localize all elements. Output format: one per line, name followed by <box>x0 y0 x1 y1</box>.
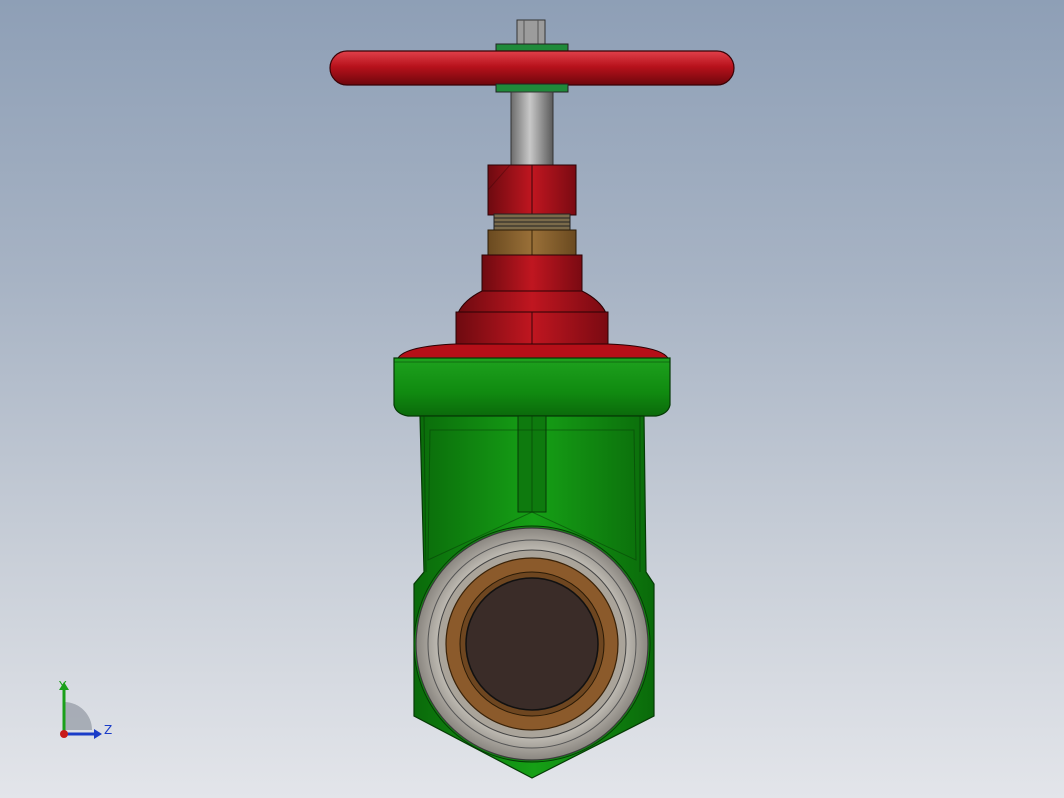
z-axis-label: Z <box>104 723 112 737</box>
packing-nut[interactable] <box>487 229 577 257</box>
inlet-port[interactable] <box>413 525 651 763</box>
handwheel[interactable] <box>329 50 735 93</box>
gate-valve-model[interactable] <box>0 0 1064 798</box>
x-axis-dot <box>60 730 68 738</box>
orientation-triad: Y Z <box>58 679 112 739</box>
body-flange[interactable] <box>393 357 671 417</box>
graphics-viewport[interactable]: Y Z <box>0 0 1064 798</box>
triad-plane <box>64 702 92 730</box>
gland-nut[interactable] <box>487 164 577 216</box>
y-axis-label: Y <box>58 679 67 693</box>
valve-stem[interactable] <box>510 91 554 167</box>
top-nut[interactable] <box>495 19 569 53</box>
bonnet[interactable] <box>397 254 669 359</box>
z-arrow <box>94 729 102 739</box>
packing-threads <box>493 213 571 231</box>
